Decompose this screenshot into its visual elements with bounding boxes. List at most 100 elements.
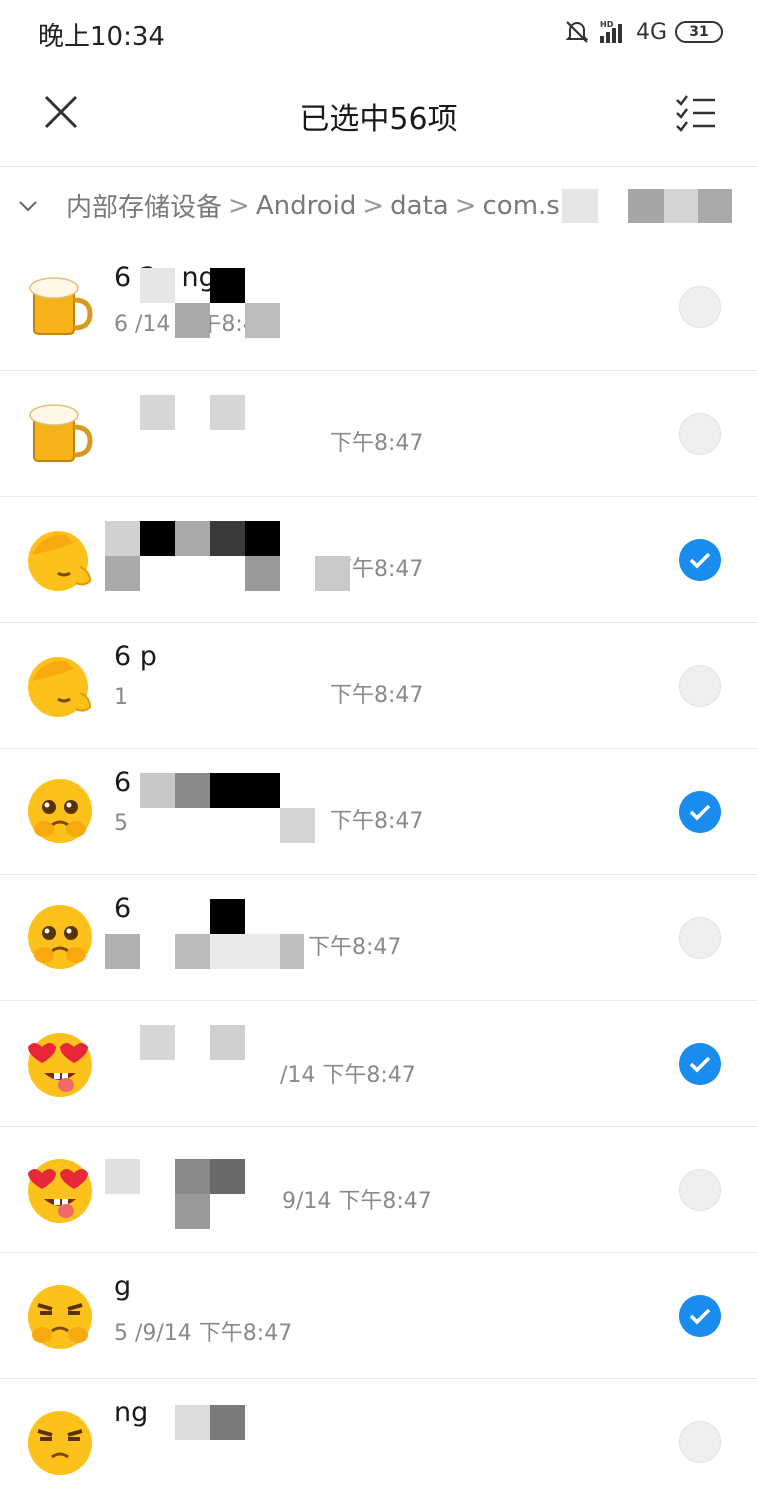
breadcrumb: 内部存储设备 > Android > data > com.s: [0, 166, 757, 244]
pleading-icon: [28, 779, 92, 843]
select-checkbox[interactable]: [679, 1169, 721, 1211]
redaction-block: [175, 1194, 210, 1229]
select-checkbox[interactable]: [679, 665, 721, 707]
list-item[interactable]: 6 5 下午8:47: [0, 748, 757, 874]
file-time: 下午8:47: [308, 935, 402, 960]
redaction-block: [175, 521, 210, 556]
select-checkbox[interactable]: [679, 917, 721, 959]
redaction-block: [315, 556, 350, 591]
redaction-block: [210, 899, 245, 934]
select-checkbox[interactable]: [679, 286, 721, 328]
redaction-block: [105, 521, 140, 556]
list-item[interactable]: 6 2y ng 6 /14 下午8:47: [0, 244, 757, 370]
file-meta: 下午8:47: [330, 431, 424, 456]
beer-icon: [29, 277, 93, 335]
redaction-block: [105, 556, 140, 591]
redaction-block: [140, 268, 175, 303]
selection-toolbar: 已选中56项: [0, 66, 757, 164]
checked-icon[interactable]: [679, 1043, 721, 1085]
redaction-block: [140, 395, 175, 430]
checked-icon[interactable]: [679, 791, 721, 833]
redaction-block: [140, 521, 175, 556]
chevron-right-icon: >: [454, 190, 477, 221]
redaction-block: [210, 268, 245, 303]
redaction-block: [245, 521, 280, 556]
list-item[interactable]: 下午8:47: [0, 370, 757, 496]
page-title: 已选中56项: [299, 102, 458, 137]
redaction-block: [210, 1405, 245, 1440]
chevron-right-icon: >: [228, 190, 250, 221]
breadcrumb-item-data[interactable]: data: [390, 191, 449, 221]
network-type: 4G: [635, 19, 667, 45]
file-list: 6 2y ng 6 /14 下午8:47 下午8:47: [0, 244, 757, 1504]
file-name: 6: [114, 893, 132, 924]
redaction-block: [140, 1025, 175, 1060]
file-name: 6 p: [114, 641, 157, 672]
smirk-icon: [28, 1285, 92, 1349]
select-all-icon[interactable]: [673, 90, 719, 136]
breadcrumb-item-storage[interactable]: 内部存储设备: [66, 187, 222, 224]
redaction-block: [210, 1159, 245, 1194]
file-meta: /14 下午8:47: [280, 1063, 416, 1088]
file-name: 6: [114, 767, 132, 798]
select-checkbox[interactable]: [679, 1421, 721, 1463]
redaction-block: [210, 934, 280, 969]
mute-bell-icon: [565, 21, 589, 43]
list-item[interactable]: /14 下午8:47: [0, 1000, 757, 1126]
list-item[interactable]: ng: [0, 1378, 757, 1504]
checked-icon[interactable]: [679, 1295, 721, 1337]
redaction-block: [627, 188, 664, 223]
redaction-block: [210, 395, 245, 430]
breadcrumb-item-package[interactable]: com.s: [483, 191, 560, 221]
redaction-block: [175, 1405, 210, 1440]
redaction-block: [175, 303, 210, 338]
redaction-block: [280, 808, 315, 843]
checked-icon[interactable]: [679, 539, 721, 581]
list-item[interactable]: 下午8:47: [0, 496, 757, 622]
redaction-block: [140, 773, 175, 808]
list-item[interactable]: g 5 /9/14 下午8:47: [0, 1252, 757, 1378]
redaction-block: [175, 1159, 210, 1194]
facepalm-icon: [28, 531, 92, 591]
redaction-block: [210, 1025, 245, 1060]
chevron-down-icon[interactable]: [16, 194, 40, 218]
chevron-right-icon: >: [362, 190, 385, 221]
redaction-block: [561, 188, 598, 223]
select-checkbox[interactable]: [679, 413, 721, 455]
redaction-block: [210, 521, 245, 556]
redaction-block: [175, 773, 210, 808]
file-time: 下午8:47: [330, 683, 424, 708]
file-meta: 9/14 下午8:47: [282, 1189, 432, 1214]
file-time: 下午8:47: [330, 809, 424, 834]
list-item[interactable]: 6 p 1 下午8:47: [0, 622, 757, 748]
file-name: ng: [114, 1397, 149, 1428]
breadcrumb-item-android[interactable]: Android: [256, 191, 357, 221]
heart-eyes-icon: [28, 1033, 92, 1097]
redaction-block: [105, 1159, 140, 1194]
battery-icon: 31: [675, 21, 723, 43]
redaction-block: [697, 188, 732, 223]
status-bar: 晚上10:34 HD 4G 31: [0, 0, 757, 66]
redaction-block: [280, 934, 304, 969]
redaction-block: [245, 303, 280, 338]
list-item[interactable]: 9/14 下午8:47: [0, 1126, 757, 1252]
svg-text:HD: HD: [600, 20, 614, 29]
redaction-block: [175, 934, 210, 969]
beer-icon: [29, 404, 93, 462]
facepalm-icon: [28, 657, 92, 717]
file-meta: 5 /9/14 下午8:47: [114, 1321, 293, 1346]
list-item[interactable]: 6 下午8:47: [0, 874, 757, 1000]
redaction-block: [105, 934, 140, 969]
heart-eyes-icon: [28, 1159, 92, 1223]
pleading-icon: [28, 905, 92, 969]
file-meta: 5: [114, 811, 128, 836]
smirk-icon: [28, 1411, 92, 1475]
redaction-block: [210, 773, 280, 808]
redaction-block: [663, 188, 698, 223]
status-indicators: HD 4G 31: [564, 15, 723, 49]
file-name: g: [114, 1271, 132, 1302]
signal-icon: HD: [599, 20, 622, 43]
redaction-block: [245, 556, 280, 591]
file-meta: 1: [114, 685, 128, 710]
status-time: 晚上10:34: [38, 22, 165, 52]
